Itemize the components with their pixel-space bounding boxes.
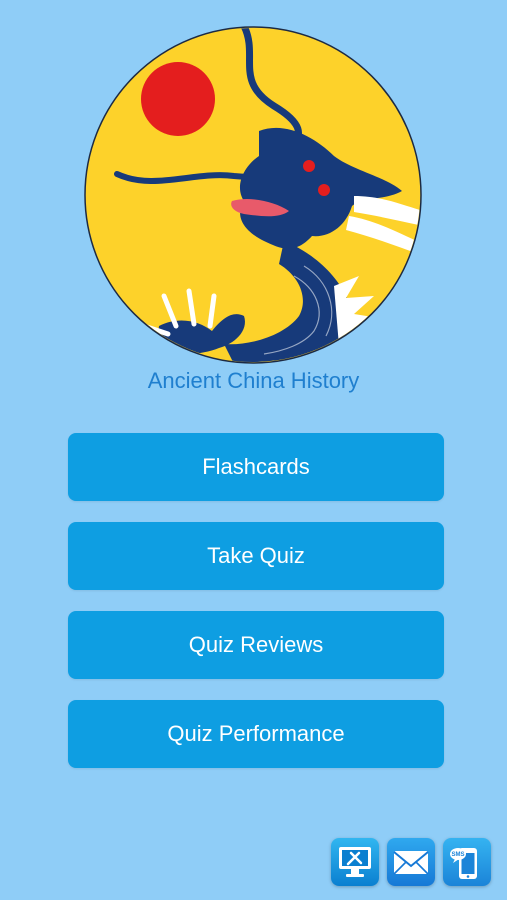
red-sun-icon <box>141 62 215 136</box>
footer-actions: SMS <box>331 838 491 886</box>
computer-tools-icon <box>339 847 371 877</box>
home-screen: Ancient China History Flashcards Take Qu… <box>0 0 507 900</box>
app-title: Ancient China History <box>147 368 360 393</box>
email-button[interactable] <box>387 838 435 886</box>
sms-icon: SMS <box>450 848 477 879</box>
sms-button[interactable]: SMS <box>443 838 491 886</box>
flashcards-button[interactable]: Flashcards <box>68 433 444 501</box>
main-menu: Flashcards Take Quiz Quiz Reviews Quiz P… <box>68 433 444 789</box>
dragon-logo <box>84 26 422 364</box>
computer-tools-button[interactable] <box>331 838 379 886</box>
email-icon <box>393 851 429 875</box>
sms-label: SMS <box>451 852 464 858</box>
quiz-reviews-button[interactable]: Quiz Reviews <box>68 611 444 679</box>
dragon-flag-image <box>84 26 422 364</box>
take-quiz-button[interactable]: Take Quiz <box>68 522 444 590</box>
quiz-performance-button[interactable]: Quiz Performance <box>68 700 444 768</box>
